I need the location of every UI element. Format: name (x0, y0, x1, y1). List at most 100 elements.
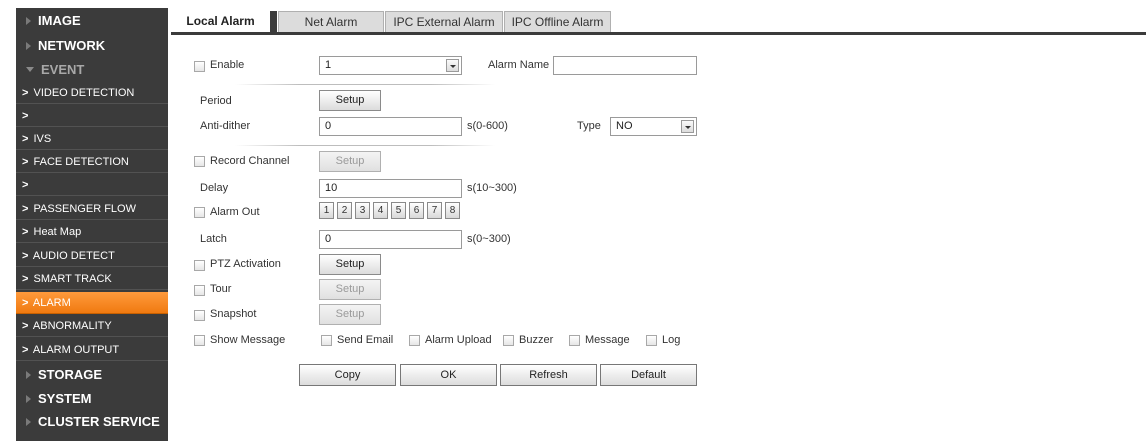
alarm-input-value: 1 (325, 59, 332, 71)
chevron-right-icon: > (22, 297, 29, 309)
sidebar-item-audio-detect[interactable]: > AUDIO DETECT (16, 245, 168, 267)
chevron-right-icon: > (22, 226, 29, 238)
chevron-right-icon: > (22, 133, 29, 145)
tab-bar: Local Alarm Net Alarm IPC External Alarm… (171, 11, 1146, 35)
chevron-right-icon: > (22, 110, 29, 122)
chevron-right-icon: > (22, 273, 29, 285)
alarm-upload-checkbox[interactable] (409, 335, 420, 346)
collapsed-triangle-icon (26, 42, 31, 50)
chevron-right-icon: > (22, 156, 29, 168)
collapsed-triangle-icon (26, 17, 31, 25)
alarm-out-channel-5[interactable]: 5 (391, 202, 406, 219)
show-message-checkbox[interactable] (194, 335, 205, 346)
alarm-out-checkbox[interactable] (194, 207, 205, 218)
enable-label: Enable (210, 59, 245, 71)
collapsed-triangle-icon (26, 418, 31, 426)
tour-setup-button[interactable]: Setup (319, 279, 381, 300)
alarm-out-label: Alarm Out (210, 206, 260, 218)
ptz-activation-checkbox[interactable] (194, 260, 205, 271)
alarm-input-select[interactable]: 1 (319, 56, 462, 75)
sidebar-item-abnormality[interactable]: > ABNORMALITY (16, 315, 168, 337)
anti-dither-unit: s(0-600) (467, 120, 508, 132)
ptz-activation-label: PTZ Activation (210, 258, 281, 270)
alarm-upload-label: Alarm Upload (425, 334, 492, 346)
alarm-name-label: Alarm Name (488, 59, 550, 71)
sidebar-item-alarm[interactable]: > ALARM (16, 292, 168, 314)
alarm-out-channel-7[interactable]: 7 (427, 202, 442, 219)
delay-unit: s(10~300) (467, 182, 517, 194)
refresh-button[interactable]: Refresh (500, 364, 597, 386)
record-channel-setup-button[interactable]: Setup (319, 151, 381, 172)
chevron-right-icon: > (22, 250, 29, 262)
sidebar-item-smart-track[interactable]: > SMART TRACK (16, 268, 168, 290)
menu-network[interactable]: NETWORK (16, 35, 168, 57)
alarm-out-channel-2[interactable]: 2 (337, 202, 352, 219)
menu-event[interactable]: EVENT (16, 59, 168, 81)
chevron-right-icon: > (22, 320, 29, 332)
alarm-name-input[interactable] (553, 56, 697, 75)
snapshot-setup-button[interactable]: Setup (319, 304, 381, 325)
anti-dither-input[interactable]: 0 (319, 117, 462, 136)
chevron-right-icon: > (22, 179, 29, 191)
tab-local-alarm[interactable]: Local Alarm (171, 11, 277, 32)
sidebar-menu: IMAGE NETWORK EVENT > VIDEO DETECTION > … (16, 8, 168, 441)
sidebar-item-unnamed-2[interactable]: > (16, 174, 168, 196)
sidebar-item-passenger-flow[interactable]: > PASSENGER FLOW (16, 198, 168, 220)
delay-input[interactable]: 10 (319, 179, 462, 198)
latch-unit: s(0~300) (467, 233, 511, 245)
sidebar-item-face-detection[interactable]: > FACE DETECTION (16, 151, 168, 173)
record-channel-checkbox[interactable] (194, 156, 205, 167)
type-label: Type (577, 120, 601, 132)
period-label: Period (200, 95, 232, 107)
alarm-out-channel-3[interactable]: 3 (355, 202, 370, 219)
message-label: Message (585, 334, 630, 346)
expanded-triangle-icon (26, 67, 34, 72)
default-button[interactable]: Default (600, 364, 697, 386)
tab-ipc-external-alarm[interactable]: IPC External Alarm (385, 11, 503, 32)
tab-net-alarm[interactable]: Net Alarm (278, 11, 384, 32)
alarm-out-channel-6[interactable]: 6 (409, 202, 424, 219)
anti-dither-label: Anti-dither (200, 120, 251, 132)
menu-cluster-service[interactable]: CLUSTER SERVICE (16, 411, 168, 433)
alarm-out-channel-8[interactable]: 8 (445, 202, 460, 219)
enable-checkbox[interactable] (194, 61, 205, 72)
ptz-setup-button[interactable]: Setup (319, 254, 381, 275)
sidebar-item-heat-map[interactable]: > Heat Map (16, 221, 168, 243)
alarm-out-channel-4[interactable]: 4 (373, 202, 388, 219)
log-label: Log (662, 334, 681, 346)
collapsed-triangle-icon (26, 371, 31, 379)
send-email-checkbox[interactable] (321, 335, 332, 346)
delay-label: Delay (200, 182, 229, 194)
buzzer-checkbox[interactable] (503, 335, 514, 346)
period-setup-button[interactable]: Setup (319, 90, 381, 111)
snapshot-label: Snapshot (210, 308, 257, 320)
show-message-label: Show Message (210, 334, 286, 346)
latch-label: Latch (200, 233, 227, 245)
type-select[interactable]: NO (610, 117, 697, 136)
menu-storage[interactable]: STORAGE (16, 364, 168, 386)
log-checkbox[interactable] (646, 335, 657, 346)
sidebar-item-ivs[interactable]: > IVS (16, 128, 168, 150)
sidebar-item-video-detection[interactable]: > VIDEO DETECTION (16, 82, 168, 104)
tab-ipc-offline-alarm[interactable]: IPC Offline Alarm (504, 11, 611, 32)
chevron-right-icon: > (22, 203, 29, 215)
menu-system[interactable]: SYSTEM (16, 388, 168, 410)
record-channel-label: Record Channel (210, 155, 290, 167)
tour-label: Tour (210, 283, 232, 295)
sidebar-item-alarm-output[interactable]: > ALARM OUTPUT (16, 339, 168, 361)
alarm-out-channel-1[interactable]: 1 (319, 202, 334, 219)
divider (235, 84, 495, 85)
ok-button[interactable]: OK (400, 364, 497, 386)
latch-input[interactable]: 0 (319, 230, 462, 249)
type-value: NO (616, 120, 633, 132)
chevron-right-icon: > (22, 344, 29, 356)
menu-image[interactable]: IMAGE (16, 10, 168, 32)
snapshot-checkbox[interactable] (194, 310, 205, 321)
collapsed-triangle-icon (26, 395, 31, 403)
tour-checkbox[interactable] (194, 285, 205, 296)
message-checkbox[interactable] (569, 335, 580, 346)
chevron-down-icon (446, 59, 459, 72)
chevron-down-icon (681, 120, 694, 133)
copy-button[interactable]: Copy (299, 364, 396, 386)
sidebar-item-unnamed-1[interactable]: > (16, 105, 168, 127)
